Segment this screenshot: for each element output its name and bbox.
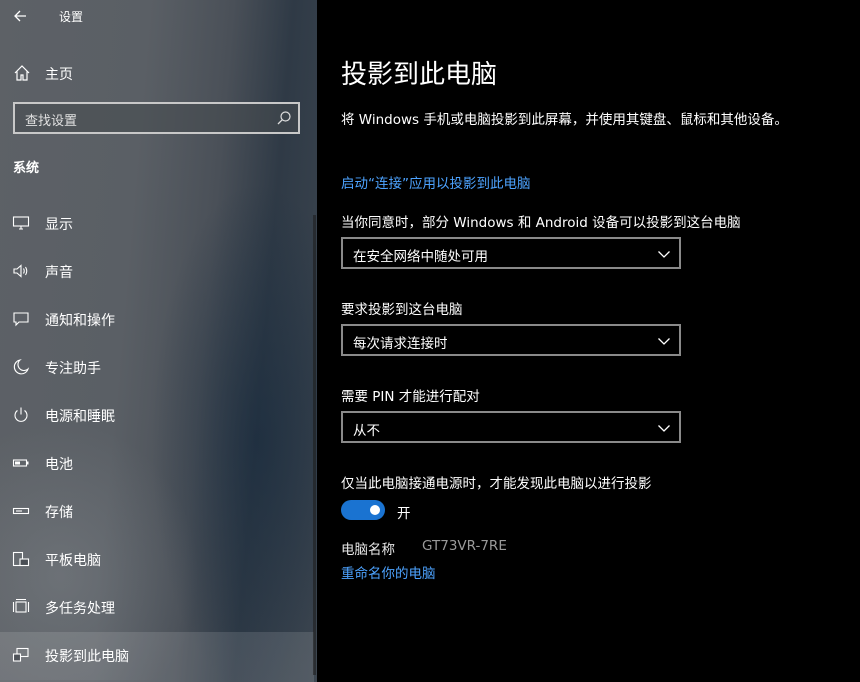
- monitor-icon: [12, 216, 30, 230]
- moon-icon: [13, 359, 30, 375]
- sidebar-item-home[interactable]: 主页: [0, 56, 317, 90]
- ask-to-project-value: 每次请求连接时: [353, 336, 448, 352]
- page-title: 投影到此电脑: [341, 60, 498, 90]
- sidebar-item-project-to-pc[interactable]: 投影到此电脑: [0, 632, 314, 682]
- rename-pc-link[interactable]: 重命名你的电脑: [341, 562, 436, 582]
- multitask-icon: [12, 598, 30, 613]
- sidebar-item-focus-assist[interactable]: 专注助手: [0, 344, 314, 390]
- power-only-label: 仅当此电脑接通电源时，才能发现此电脑以进行投影: [341, 476, 652, 492]
- connect-app-link[interactable]: 启动“连接”应用以投影到此电脑: [341, 172, 531, 192]
- sidebar-item-label: 电源和睡眠: [45, 409, 115, 425]
- title-bar: 设置: [0, 0, 317, 32]
- sidebar-item-battery[interactable]: 电池: [0, 440, 314, 486]
- require-pin-dropdown[interactable]: 从不: [341, 411, 681, 443]
- notification-icon: [13, 312, 29, 327]
- search-placeholder: 查找设置: [25, 114, 78, 129]
- sidebar-item-sound[interactable]: 声音: [0, 248, 314, 294]
- back-arrow-icon: [14, 10, 26, 22]
- availability-dropdown[interactable]: 在安全网络中随处可用: [341, 237, 681, 269]
- battery-icon: [12, 459, 29, 467]
- require-pin-label: 需要 PIN 才能进行配对: [341, 389, 480, 405]
- ask-to-project-dropdown[interactable]: 每次请求连接时: [341, 324, 681, 356]
- sidebar-item-label: 投影到此电脑: [45, 649, 129, 665]
- ask-to-project-label: 要求投影到这台电脑: [341, 302, 463, 318]
- sidebar-item-label: 多任务处理: [45, 601, 115, 617]
- home-label: 主页: [45, 67, 73, 83]
- speaker-icon: [13, 264, 28, 278]
- sidebar-item-multitasking[interactable]: 多任务处理: [0, 584, 314, 630]
- page-description: 将 Windows 手机或电脑投影到此屏幕，并使用其键盘、鼠标和其他设备。: [341, 112, 788, 128]
- power-only-toggle[interactable]: [341, 500, 385, 520]
- home-icon: [14, 65, 30, 81]
- availability-label: 当你同意时，部分 Windows 和 Android 设备可以投影到这台电脑: [341, 215, 741, 231]
- power-only-toggle-state: 开: [397, 506, 411, 522]
- chevron-down-icon: [658, 338, 670, 345]
- sidebar-item-label: 显示: [45, 217, 73, 233]
- back-button[interactable]: [0, 0, 40, 32]
- section-title-system: 系统: [13, 161, 40, 176]
- power-icon: [14, 407, 28, 422]
- sidebar-item-label: 专注助手: [45, 361, 101, 377]
- project-icon: [12, 647, 29, 662]
- sidebar-item-label: 平板电脑: [45, 553, 101, 569]
- sidebar-item-power-sleep[interactable]: 电源和睡眠: [0, 392, 314, 438]
- main-content: 投影到此电脑 将 Windows 手机或电脑投影到此屏幕，并使用其键盘、鼠标和其…: [317, 0, 860, 682]
- sidebar-item-storage[interactable]: 存储: [0, 488, 314, 534]
- require-pin-value: 从不: [353, 423, 380, 439]
- toggle-knob: [370, 505, 380, 515]
- sidebar-item-label: 电池: [45, 457, 73, 473]
- sidebar-item-label: 通知和操作: [45, 313, 115, 329]
- search-icon: [277, 111, 291, 125]
- sidebar-item-notifications[interactable]: 通知和操作: [0, 296, 314, 342]
- storage-icon: [12, 507, 30, 515]
- sidebar-item-label: 存储: [45, 505, 73, 521]
- window-title: 设置: [59, 10, 84, 24]
- tablet-icon: [12, 551, 30, 567]
- sidebar-item-display[interactable]: 显示: [0, 200, 314, 246]
- sidebar-scrollbar[interactable]: [313, 215, 316, 675]
- search-input[interactable]: 查找设置: [13, 102, 300, 134]
- pc-name-label: 电脑名称: [341, 542, 395, 558]
- sidebar-item-tablet[interactable]: 平板电脑: [0, 536, 314, 582]
- chevron-down-icon: [658, 425, 670, 432]
- sidebar-item-label: 声音: [45, 265, 73, 281]
- sidebar: 设置 主页 查找设置 系统 显示 声音 通知和操作 专注助手 电源和睡眠 电池 …: [0, 0, 317, 682]
- pc-name-value: GT73VR-7RE: [422, 538, 507, 554]
- availability-value: 在安全网络中随处可用: [353, 249, 488, 265]
- chevron-down-icon: [658, 251, 670, 258]
